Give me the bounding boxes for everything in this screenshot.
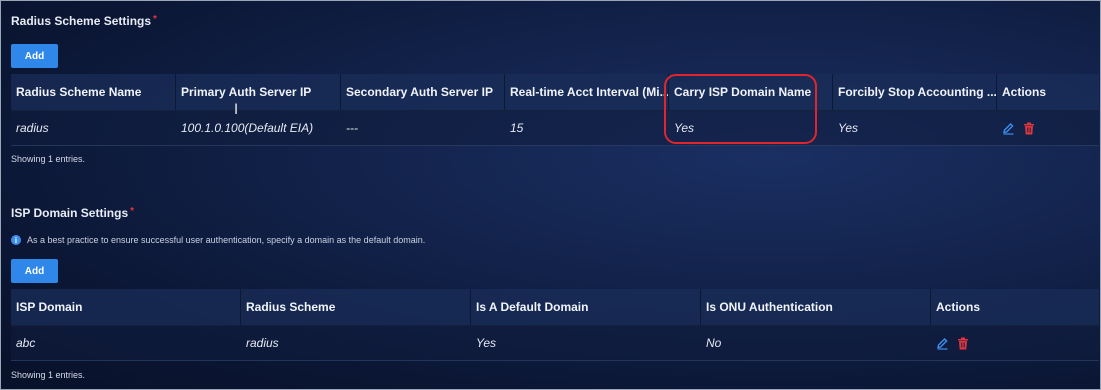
cell-isp-domain: abc xyxy=(16,336,36,350)
radius-showing-count: Showing 1 entries. xyxy=(11,154,86,164)
cell-radius-scheme-name: radius xyxy=(16,121,49,135)
isp-info-message: i As a best practice to ensure successfu… xyxy=(11,235,425,245)
col-carry-isp-domain-name[interactable]: Carry ISP Domain Name xyxy=(669,74,833,110)
isp-info-text: As a best practice to ensure successful … xyxy=(27,235,426,245)
cell-is-default-domain: Yes xyxy=(476,336,497,350)
trash-icon[interactable] xyxy=(957,337,969,350)
edit-icon[interactable] xyxy=(1002,122,1015,135)
col-isp-domain[interactable]: ISP Domain xyxy=(11,289,241,325)
radius-table: Radius Scheme Name Primary Auth Server I… xyxy=(11,74,1099,146)
col-actions: Actions xyxy=(936,300,981,314)
cell-primary-auth-server-ip: 100.1.0.100(Default EIA) xyxy=(181,121,314,135)
radius-table-header: Radius Scheme Name Primary Auth Server I… xyxy=(11,74,1099,111)
col-radius-scheme-name[interactable]: Radius Scheme Name xyxy=(11,74,176,110)
cell-radius-scheme: radius xyxy=(246,336,279,350)
cell-actions xyxy=(931,326,1099,360)
col-forcibly-stop-accounting[interactable]: Forcibly Stop Accounting ... xyxy=(833,74,997,110)
info-icon: i xyxy=(11,235,21,245)
col-realtime-acct-interval[interactable]: Real-time Acct Interval (Mi... xyxy=(505,74,669,110)
isp-add-button[interactable]: Add xyxy=(11,259,58,283)
radius-add-button[interactable]: Add xyxy=(11,44,58,68)
trash-icon[interactable] xyxy=(1023,122,1035,135)
col-secondary-auth-server-ip[interactable]: Secondary Auth Server IP xyxy=(341,74,505,110)
text-cursor-icon: I xyxy=(234,102,239,118)
cell-realtime-acct-interval: 15 xyxy=(510,121,524,135)
cell-forcibly-stop-accounting: Yes xyxy=(838,121,859,135)
col-radius-scheme[interactable]: Radius Scheme xyxy=(241,289,471,325)
isp-section-title-text: ISP Domain Settings xyxy=(11,206,129,220)
edit-icon[interactable] xyxy=(936,337,949,350)
cell-actions xyxy=(997,111,1099,145)
radius-section-title: Radius Scheme Settings * xyxy=(11,14,157,28)
isp-showing-count: Showing 1 entries. xyxy=(11,370,86,380)
col-actions: Actions xyxy=(1002,85,1047,99)
required-mark: * xyxy=(153,14,157,25)
isp-table: ISP Domain Radius Scheme Is A Default Do… xyxy=(11,289,1099,361)
required-mark: * xyxy=(130,206,135,217)
table-row: abc radius Yes No xyxy=(11,326,1099,361)
cell-secondary-auth-server-ip: --- xyxy=(346,121,358,135)
isp-section-title: ISP Domain Settings * xyxy=(11,206,134,220)
col-is-onu-authentication[interactable]: Is ONU Authentication xyxy=(701,289,931,325)
col-primary-auth-server-ip[interactable]: Primary Auth Server IP xyxy=(176,74,341,110)
cell-carry-isp-domain-name: Yes xyxy=(674,121,695,135)
isp-table-header: ISP Domain Radius Scheme Is A Default Do… xyxy=(11,289,1099,326)
col-is-default-domain[interactable]: Is A Default Domain xyxy=(471,289,701,325)
cell-is-onu-authentication: No xyxy=(706,336,722,350)
table-row: radius 100.1.0.100(Default EIA) --- 15 Y… xyxy=(11,111,1099,146)
radius-section-title-text: Radius Scheme Settings xyxy=(11,14,152,28)
